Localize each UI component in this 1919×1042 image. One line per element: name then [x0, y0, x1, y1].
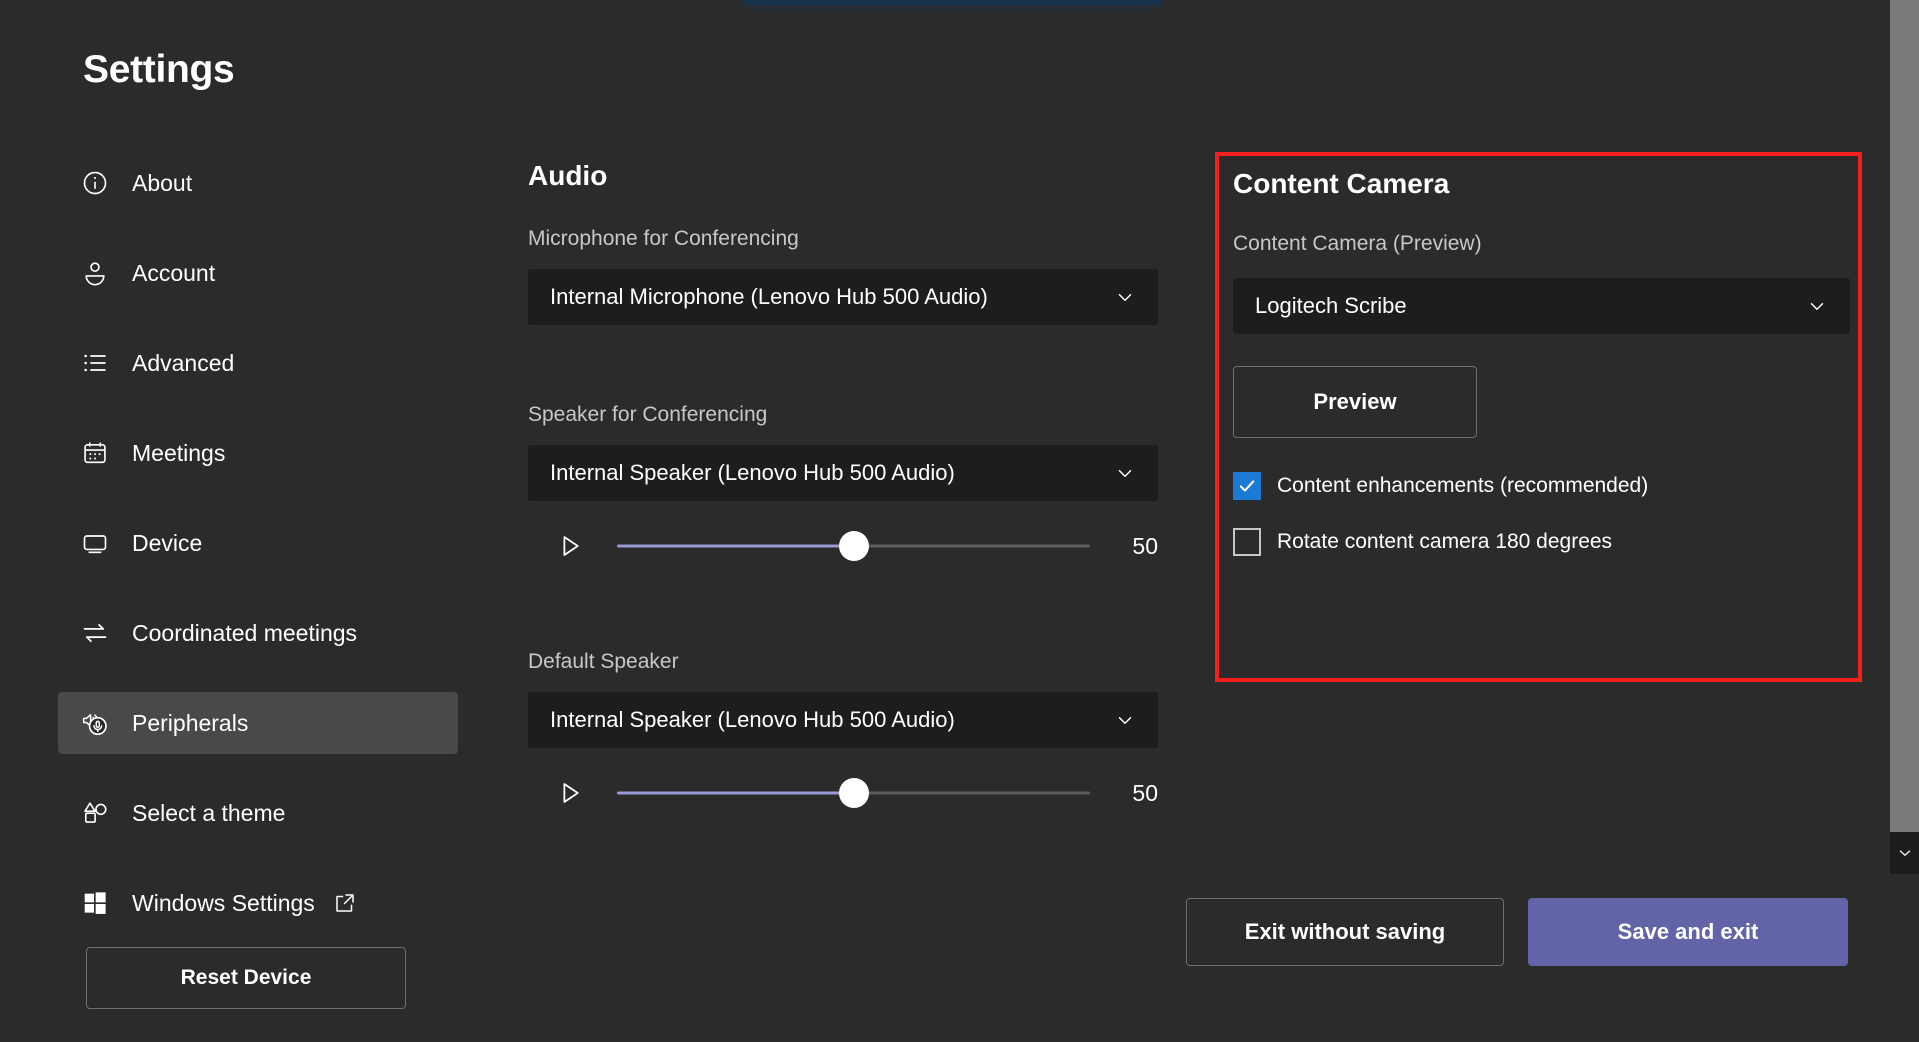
sidebar-item-label: Select a theme: [132, 800, 285, 827]
speaker-mic-icon: [80, 708, 110, 738]
footer-actions: Exit without saving Save and exit: [1186, 898, 1848, 966]
play-test-sound-button[interactable]: [548, 524, 592, 568]
sidebar-item-select-a-theme[interactable]: Select a theme: [58, 782, 458, 844]
content-camera-heading: Content Camera: [1233, 168, 1842, 200]
select-value: Internal Speaker (Lenovo Hub 500 Audio): [550, 460, 1112, 486]
play-test-sound-button[interactable]: [548, 771, 592, 815]
list-icon: [80, 348, 110, 378]
page-title: Settings: [83, 48, 234, 92]
checkbox-checked-icon[interactable]: [1233, 472, 1261, 500]
speaker-conferencing-volume-row: 50: [528, 521, 1158, 571]
sidebar-item-label: Advanced: [132, 350, 234, 377]
speaker-conferencing-select[interactable]: Internal Speaker (Lenovo Hub 500 Audio): [528, 445, 1158, 501]
settings-app-window: Settings About: [0, 0, 1919, 1042]
volume-value: 50: [1112, 780, 1158, 807]
sidebar-item-advanced[interactable]: Advanced: [58, 332, 458, 394]
sidebar-item-device[interactable]: Device: [58, 512, 458, 574]
arrows-swap-icon: [80, 618, 110, 648]
chevron-down-icon: [1112, 709, 1138, 731]
monitor-icon: [80, 528, 110, 558]
sidebar-item-label: Windows Settings: [132, 890, 315, 917]
sidebar-item-label: Device: [132, 530, 202, 557]
window-chrome-sliver-secondary: [744, 5, 1161, 11]
sidebar-item-label: Coordinated meetings: [132, 620, 357, 647]
audio-field-speaker-conferencing: Speaker for Conferencing Internal Speake…: [528, 403, 1158, 571]
sidebar-item-account[interactable]: Account: [58, 242, 458, 304]
microphone-conferencing-select[interactable]: Internal Microphone (Lenovo Hub 500 Audi…: [528, 269, 1158, 325]
sidebar: Settings About: [0, 0, 470, 1042]
content-camera-field-label: Content Camera (Preview): [1233, 232, 1842, 256]
sidebar-item-label: About: [132, 170, 192, 197]
content-enhancements-checkbox-row[interactable]: Content enhancements (recommended): [1233, 472, 1842, 500]
sidebar-item-coordinated-meetings[interactable]: Coordinated meetings: [58, 602, 458, 664]
rotate-content-camera-checkbox-row[interactable]: Rotate content camera 180 degrees: [1233, 528, 1842, 556]
field-label: Speaker for Conferencing: [528, 403, 1158, 427]
select-value: Internal Microphone (Lenovo Hub 500 Audi…: [550, 284, 1112, 310]
chevron-down-icon: [1804, 295, 1830, 317]
audio-field-default-speaker: Default Speaker Internal Speaker (Lenovo…: [528, 650, 1158, 818]
audio-field-microphone-conferencing: Microphone for Conferencing Internal Mic…: [528, 227, 1158, 325]
chevron-down-icon: [1112, 462, 1138, 484]
scrollbar-thumb[interactable]: [1890, 0, 1919, 832]
field-label: Microphone for Conferencing: [528, 227, 1158, 251]
field-label: Default Speaker: [528, 650, 1158, 674]
checkbox-label: Content enhancements (recommended): [1277, 474, 1648, 498]
sidebar-nav: About Account: [58, 152, 458, 962]
sidebar-item-label: Peripherals: [132, 710, 248, 737]
preview-button[interactable]: Preview: [1233, 366, 1477, 438]
open-in-new-icon[interactable]: [333, 891, 357, 915]
content-camera-panel: Content Camera Content Camera (Preview) …: [1215, 152, 1862, 682]
slider-thumb[interactable]: [839, 531, 869, 561]
slider-fill: [617, 792, 854, 795]
audio-heading: Audio: [528, 160, 607, 192]
sidebar-item-windows-settings[interactable]: Windows Settings: [58, 872, 458, 934]
speaker-conferencing-volume-slider[interactable]: [617, 524, 1090, 568]
select-value: Internal Speaker (Lenovo Hub 500 Audio): [550, 707, 1112, 733]
slider-thumb[interactable]: [839, 778, 869, 808]
person-icon: [80, 258, 110, 288]
scroll-down-button[interactable]: [1890, 832, 1919, 874]
checkbox-label: Rotate content camera 180 degrees: [1277, 530, 1612, 554]
slider-fill: [617, 545, 854, 548]
vertical-scrollbar[interactable]: [1886, 0, 1919, 1042]
save-and-exit-button[interactable]: Save and exit: [1528, 898, 1848, 966]
checkbox-unchecked-icon[interactable]: [1233, 528, 1261, 556]
default-speaker-volume-slider[interactable]: [617, 771, 1090, 815]
sidebar-item-label: Account: [132, 260, 215, 287]
default-speaker-volume-row: 50: [528, 768, 1158, 818]
reset-device-button[interactable]: Reset Device: [86, 947, 406, 1009]
exit-without-saving-button[interactable]: Exit without saving: [1186, 898, 1504, 966]
volume-value: 50: [1112, 533, 1158, 560]
sidebar-item-about[interactable]: About: [58, 152, 458, 214]
info-circle-icon: [80, 168, 110, 198]
sidebar-item-meetings[interactable]: Meetings: [58, 422, 458, 484]
windows-logo-icon: [80, 888, 110, 918]
select-value: Logitech Scribe: [1255, 293, 1804, 319]
sidebar-item-label: Meetings: [132, 440, 225, 467]
calendar-icon: [80, 438, 110, 468]
sidebar-item-peripherals[interactable]: Peripherals: [58, 692, 458, 754]
shapes-icon: [80, 798, 110, 828]
chevron-down-icon: [1112, 286, 1138, 308]
default-speaker-select[interactable]: Internal Speaker (Lenovo Hub 500 Audio): [528, 692, 1158, 748]
content-camera-select[interactable]: Logitech Scribe: [1233, 278, 1850, 334]
